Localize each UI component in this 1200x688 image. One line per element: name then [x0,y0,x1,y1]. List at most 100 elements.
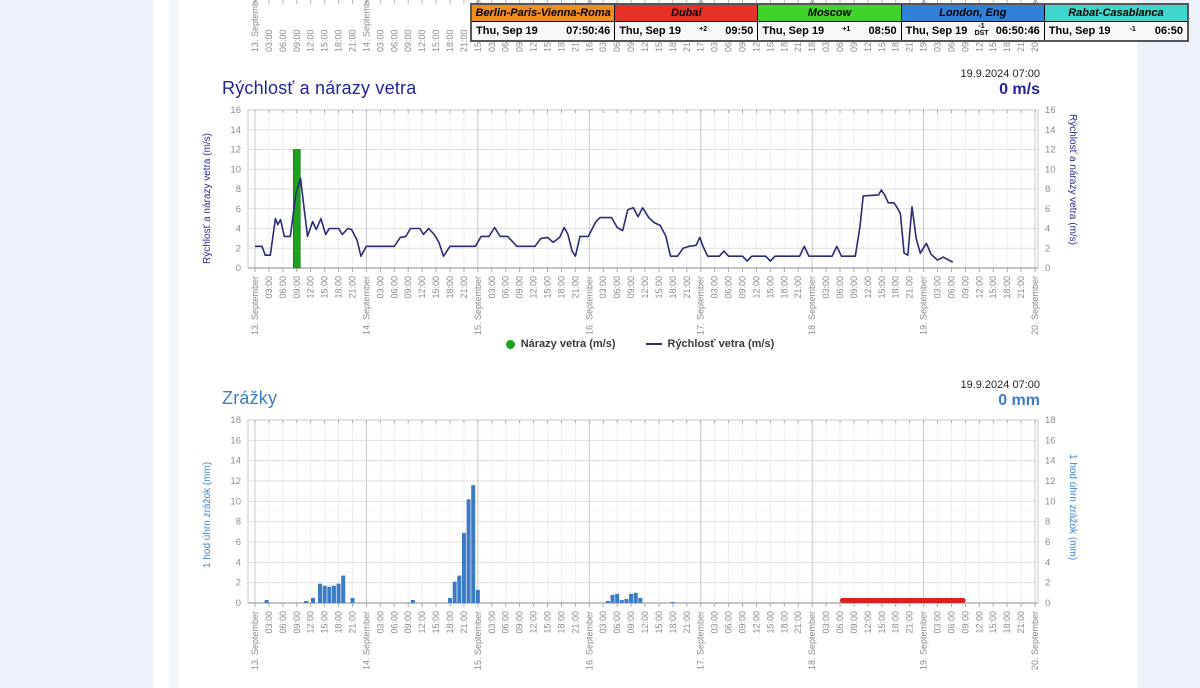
svg-text:0: 0 [236,598,241,609]
svg-text:21:00: 21:00 [348,29,358,52]
svg-text:03:00: 03:00 [598,276,608,299]
svg-text:12: 12 [1045,476,1056,487]
svg-text:14: 14 [230,456,241,467]
svg-text:09:00: 09:00 [403,276,413,299]
svg-text:09:00: 09:00 [960,611,970,634]
svg-text:14. September: 14. September [361,276,371,335]
svg-text:21:00: 21:00 [348,611,358,634]
svg-text:15. September: 15. September [473,611,483,670]
svg-text:13. September: 13. September [250,611,260,670]
svg-text:03:00: 03:00 [710,276,720,299]
svg-text:03:00: 03:00 [264,276,274,299]
clock-time: 06:50 [1155,25,1183,37]
gust-dot-icon [506,340,515,349]
svg-text:09:00: 09:00 [292,276,302,299]
svg-text:06:00: 06:00 [389,276,399,299]
svg-text:12:00: 12:00 [417,29,427,52]
svg-text:8: 8 [1045,517,1050,528]
svg-text:21:00: 21:00 [570,276,580,299]
svg-text:15:00: 15:00 [765,276,775,299]
svg-text:18:00: 18:00 [556,611,566,634]
svg-text:4: 4 [1045,224,1050,235]
svg-text:06:00: 06:00 [835,276,845,299]
clock-city-label: London, Eng [902,5,1044,22]
wind-chart-plot[interactable]: 0022446688101012121414161613. September0… [190,62,1090,362]
svg-text:21:00: 21:00 [905,611,915,634]
svg-text:14. September: 14. September [361,611,371,670]
svg-text:06:00: 06:00 [501,611,511,634]
svg-text:18:00: 18:00 [779,276,789,299]
svg-text:09:00: 09:00 [738,611,748,634]
svg-text:03:00: 03:00 [375,611,385,634]
svg-text:14. September: 14. September [361,0,371,52]
svg-text:18:00: 18:00 [891,611,901,634]
svg-text:16. September: 16. September [584,276,594,335]
svg-text:15. September: 15. September [473,276,483,335]
svg-text:18:00: 18:00 [1002,611,1012,634]
svg-text:10: 10 [230,164,241,175]
svg-text:12: 12 [1045,145,1056,156]
svg-text:18. September: 18. September [807,611,817,670]
svg-text:15:00: 15:00 [654,611,664,634]
clock-column-berlin: Berlin-Paris-Vienna-Roma Thu, Sep 19 07:… [472,5,614,40]
svg-text:16. September: 16. September [584,611,594,670]
svg-text:21:00: 21:00 [682,276,692,299]
svg-text:03:00: 03:00 [710,611,720,634]
svg-text:18:00: 18:00 [334,611,344,634]
clock-time: 07:50:46 [566,25,610,37]
svg-text:03:00: 03:00 [933,611,943,634]
svg-text:15:00: 15:00 [320,29,330,52]
svg-text:15:00: 15:00 [543,611,553,634]
svg-text:09:00: 09:00 [515,611,525,634]
svg-text:09:00: 09:00 [626,611,636,634]
svg-text:15:00: 15:00 [431,276,441,299]
clock-column-dubai: Dubai Thu, Sep 19 +2 09:50 [614,5,757,40]
svg-text:0: 0 [236,263,241,274]
svg-text:06:00: 06:00 [389,611,399,634]
svg-text:19. September: 19. September [919,276,929,335]
svg-text:12:00: 12:00 [974,276,984,299]
svg-text:4: 4 [236,224,241,235]
clock-date: Thu, Sep 19 [476,25,538,37]
svg-text:15:00: 15:00 [654,276,664,299]
svg-text:16: 16 [1045,105,1056,116]
svg-text:06:00: 06:00 [612,611,622,634]
svg-text:03:00: 03:00 [821,276,831,299]
svg-text:09:00: 09:00 [292,611,302,634]
svg-text:12:00: 12:00 [751,276,761,299]
legend-item-gusts: Nárazy vetra (m/s) [506,338,616,350]
svg-text:21:00: 21:00 [459,29,469,52]
svg-text:18:00: 18:00 [445,276,455,299]
svg-text:09:00: 09:00 [849,611,859,634]
svg-text:09:00: 09:00 [738,276,748,299]
clock-time: 09:50 [725,25,753,37]
svg-text:18:00: 18:00 [445,611,455,634]
svg-text:20. September: 20. September [1030,276,1040,335]
clock-utc-offset: -1 [1130,28,1136,34]
svg-text:8: 8 [236,517,241,528]
svg-text:03:00: 03:00 [598,611,608,634]
svg-text:15:00: 15:00 [877,611,887,634]
clock-date: Thu, Sep 19 [762,25,824,37]
svg-text:21:00: 21:00 [793,276,803,299]
svg-text:18:00: 18:00 [668,611,678,634]
svg-text:18:00: 18:00 [668,276,678,299]
svg-text:16: 16 [230,105,241,116]
svg-text:06:00: 06:00 [724,611,734,634]
svg-text:0: 0 [1045,598,1050,609]
svg-text:19. September: 19. September [919,611,929,670]
precip-chart-plot[interactable]: 00224466881010121214141616181813. Septem… [190,372,1090,688]
svg-text:21:00: 21:00 [459,276,469,299]
svg-text:16: 16 [230,435,241,446]
svg-text:0: 0 [1045,263,1050,274]
svg-text:15:00: 15:00 [431,29,441,52]
clock-city-label: Rabat-Casablanca [1045,5,1187,22]
svg-text:18:00: 18:00 [556,276,566,299]
svg-text:09:00: 09:00 [403,611,413,634]
svg-text:12:00: 12:00 [306,276,316,299]
svg-text:18: 18 [230,415,241,426]
svg-text:14: 14 [1045,456,1056,467]
svg-text:06:00: 06:00 [724,276,734,299]
svg-text:21:00: 21:00 [1016,611,1026,634]
svg-text:6: 6 [1045,204,1050,215]
